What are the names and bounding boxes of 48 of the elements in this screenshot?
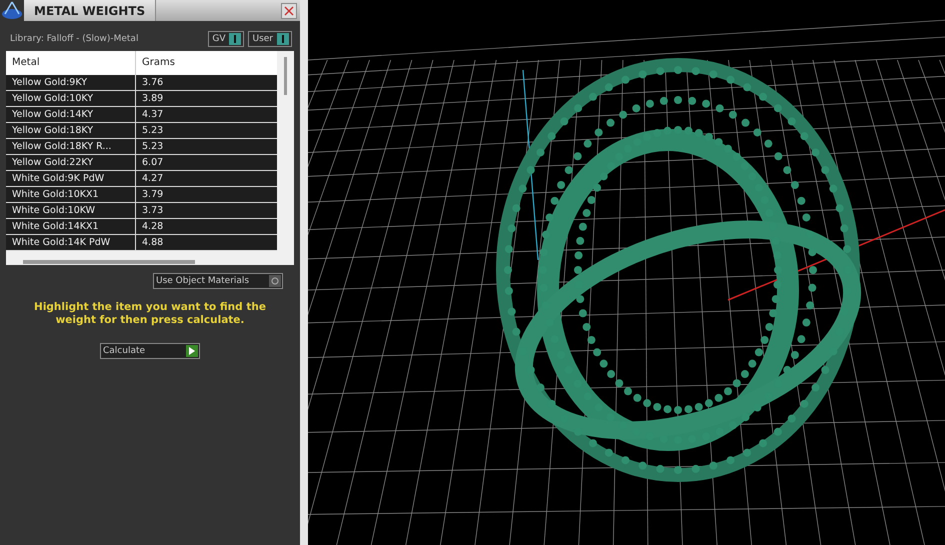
table-cell-text: 4.28 bbox=[141, 220, 164, 234]
table-row[interactable]: Yellow Gold:22KY 6.07 bbox=[6, 155, 277, 171]
table-row[interactable]: White Gold:9K PdW 4.27 bbox=[6, 171, 277, 187]
toggle-switch[interactable]: GV bbox=[208, 31, 244, 47]
table-cell: White Gold:14KX1 bbox=[6, 219, 136, 234]
table-cell-text: 6.07 bbox=[141, 156, 164, 170]
close-icon bbox=[284, 6, 294, 16]
table-row[interactable]: Yellow Gold:10KY 3.89 bbox=[6, 91, 277, 107]
calculate-button[interactable]: Calculate bbox=[100, 343, 200, 359]
table-cell-text: 5.23 bbox=[141, 124, 164, 138]
table-row[interactable]: White Gold:10KX1 3.79 bbox=[6, 187, 277, 203]
table-cell: Yellow Gold:22KY bbox=[6, 155, 136, 170]
table-cell-text: 5.23 bbox=[141, 140, 164, 154]
table-cell: Yellow Gold:10KY bbox=[6, 91, 136, 106]
table-cell: Yellow Gold:18KY bbox=[6, 123, 136, 138]
table-cell-text: 4.37 bbox=[141, 108, 164, 122]
table-row[interactable]: Yellow Gold:18KY R... 5.23 bbox=[6, 139, 277, 155]
table-cell: White Gold:9K PdW bbox=[6, 171, 136, 186]
table-cell-text: 3.76 bbox=[141, 76, 164, 90]
circle-icon bbox=[271, 277, 279, 285]
hint-text: Highlight the item you want to find the weight for then press calculate. bbox=[33, 300, 267, 327]
table-cell: Yellow Gold:9KY bbox=[6, 75, 136, 90]
table-row[interactable]: White Gold:10KW 3.73 bbox=[6, 203, 277, 219]
column-header[interactable]: Grams bbox=[136, 51, 277, 75]
table-cell-text: 3.89 bbox=[141, 92, 164, 106]
library-label: Library: Falloff - (Slow)-Metal bbox=[10, 34, 138, 44]
table-cell-text: 4.88 bbox=[141, 236, 164, 250]
table-row[interactable]: Yellow Gold:9KY 3.76 bbox=[6, 75, 277, 91]
table-cell: White Gold:10KW bbox=[6, 203, 136, 218]
app-logo-icon bbox=[0, 0, 24, 21]
table-cell: Yellow Gold:14KY bbox=[6, 107, 136, 122]
toggle-switch[interactable]: User bbox=[248, 31, 292, 47]
horizontal-scrollbar[interactable] bbox=[23, 260, 195, 264]
table-cell: Yellow Gold:18KY R... bbox=[6, 139, 136, 154]
vertical-scrollbar[interactable] bbox=[284, 57, 286, 95]
use-object-materials-toggle[interactable]: Use Object Materials bbox=[153, 273, 283, 289]
close-button[interactable] bbox=[281, 2, 297, 18]
table-cell-text: 4.27 bbox=[141, 172, 164, 186]
table-row[interactable]: White Gold:14K PdW 4.88 bbox=[6, 235, 277, 251]
table-row[interactable]: White Gold:14KX1 4.28 bbox=[6, 219, 277, 235]
table-cell-text: 3.73 bbox=[141, 204, 164, 218]
table-cell: White Gold:10KX1 bbox=[6, 187, 136, 202]
window-title: METAL WEIGHTS bbox=[24, 0, 156, 21]
table-cell: White Gold:14K PdW bbox=[6, 235, 136, 250]
table-cell-text: 3.79 bbox=[141, 188, 164, 202]
play-icon bbox=[189, 347, 195, 355]
table-row[interactable]: Yellow Gold:18KY 5.23 bbox=[6, 123, 277, 139]
table-row[interactable]: Yellow Gold:14KY 4.37 bbox=[6, 107, 277, 123]
